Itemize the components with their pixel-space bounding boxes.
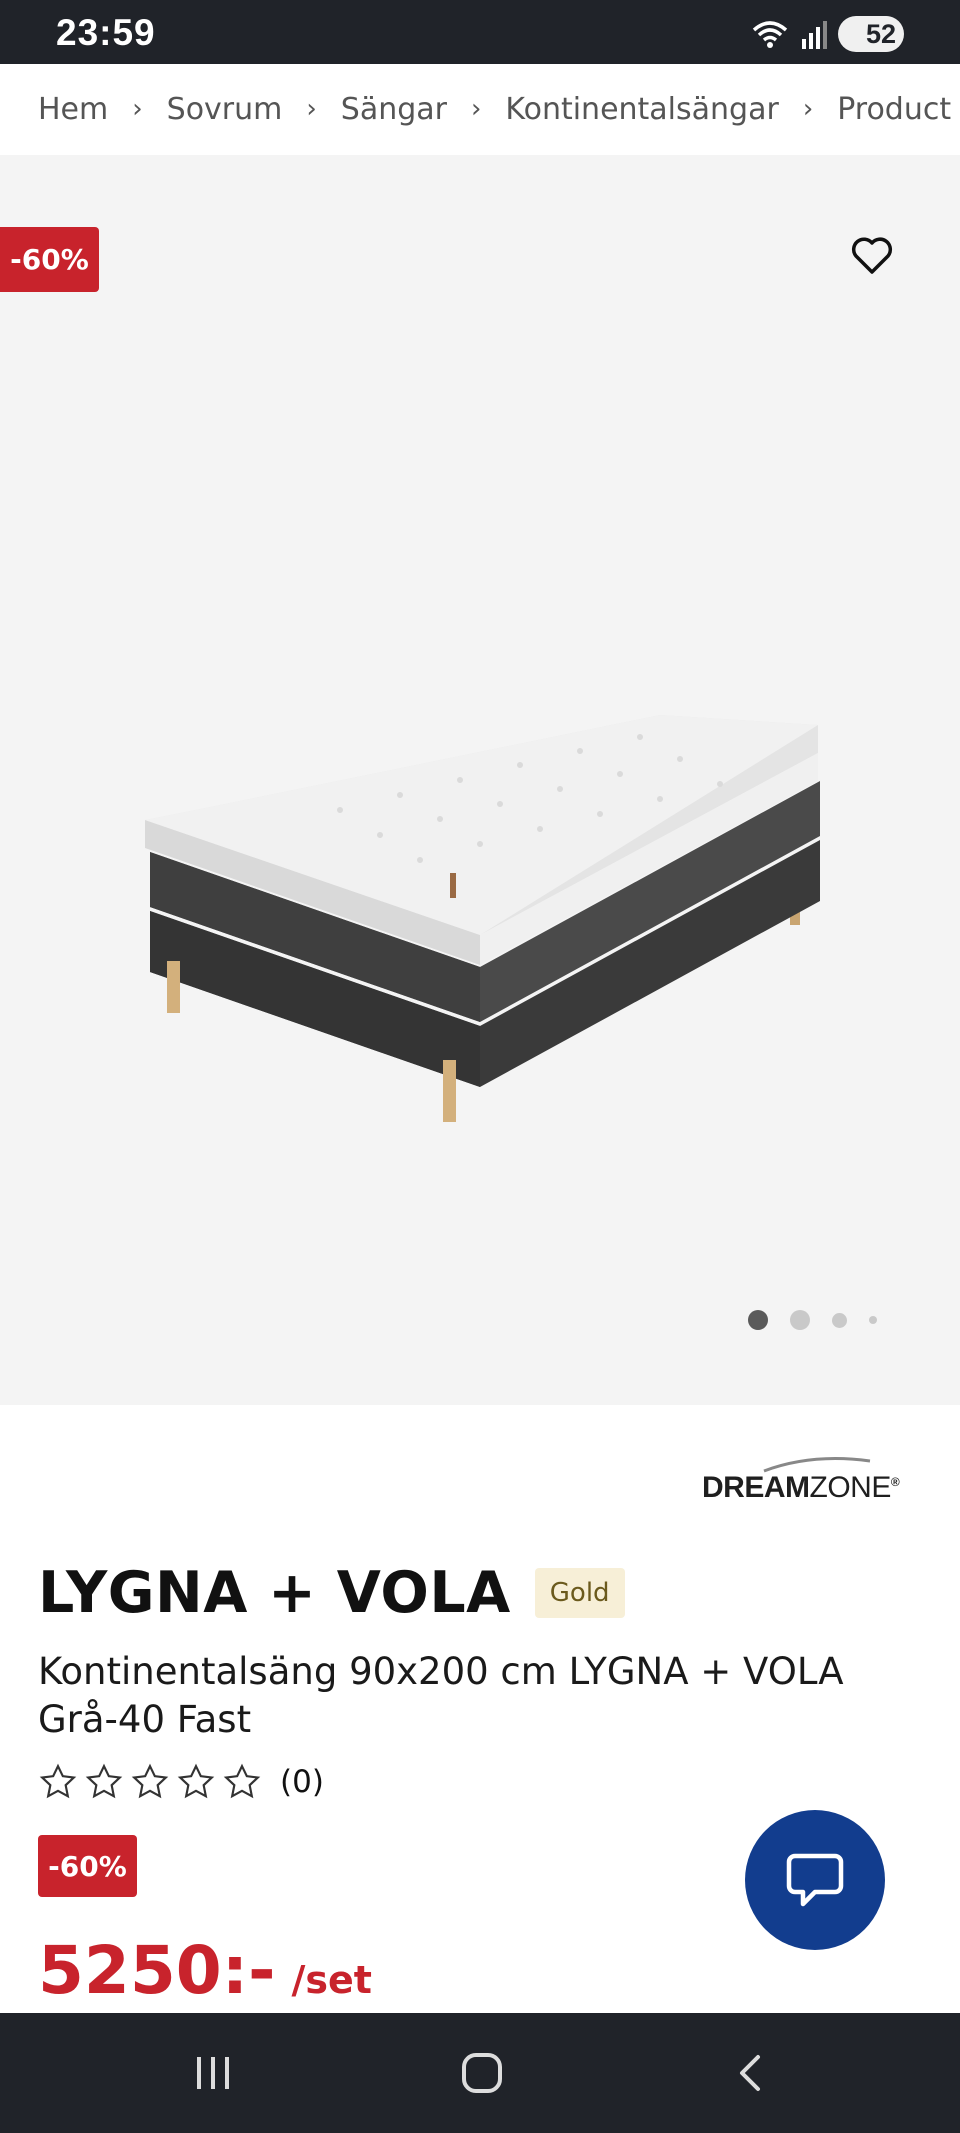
- chat-button[interactable]: [745, 1810, 885, 1950]
- chevron-right-icon: ›: [802, 94, 814, 124]
- status-icons: 52: [750, 14, 904, 54]
- breadcrumb-item-current: Product: [837, 91, 952, 127]
- star-icon: [131, 1763, 169, 1799]
- chevron-right-icon: ›: [132, 94, 143, 124]
- recent-apps-button[interactable]: [143, 2013, 283, 2133]
- carousel-dot[interactable]: [748, 1310, 768, 1330]
- battery-level: 52: [865, 18, 896, 49]
- system-nav-bar: [0, 2013, 960, 2133]
- product-subtitle: Kontinentalsäng 90x200 cm LYGNA + VOLA G…: [38, 1650, 844, 1741]
- status-time: 23:59: [56, 12, 156, 53]
- signal-icon: [802, 21, 827, 49]
- breadcrumb-item-kontinentalsangar[interactable]: Kontinentalsängar: [505, 92, 778, 127]
- star-icon: [85, 1763, 123, 1799]
- discount-badge: -60%: [0, 227, 99, 292]
- star-icon: [177, 1763, 215, 1799]
- carousel-dot[interactable]: [790, 1310, 810, 1330]
- home-icon: [462, 2053, 502, 2093]
- heart-icon[interactable]: [848, 231, 896, 279]
- price-unit: /set: [291, 1958, 372, 2002]
- price-row: 5250:- /set: [38, 1932, 372, 2009]
- breadcrumb-item-sangar[interactable]: Sängar: [341, 92, 447, 127]
- chevron-right-icon: ›: [306, 94, 317, 124]
- back-button[interactable]: [682, 2013, 822, 2133]
- wifi-icon: [752, 21, 788, 48]
- price-discount-badge: -60%: [38, 1835, 137, 1897]
- product-title: LYGNA + VOLA: [38, 1560, 511, 1626]
- carousel-dot[interactable]: [869, 1316, 877, 1324]
- star-icon: [39, 1763, 77, 1799]
- brand-name: DREAMZONE®: [702, 1471, 900, 1504]
- battery-icon: 52: [838, 16, 904, 52]
- review-count: (0): [280, 1764, 324, 1800]
- product-image[interactable]: [140, 555, 820, 1175]
- rating[interactable]: (0): [38, 1762, 324, 1802]
- home-button[interactable]: [412, 2013, 552, 2133]
- chat-bubble-icon: [786, 1853, 844, 1907]
- carousel-dot[interactable]: [832, 1312, 847, 1328]
- breadcrumb-item-hem[interactable]: Hem: [38, 92, 108, 127]
- price: 5250:-: [38, 1932, 276, 2009]
- breadcrumb-item-sovrum[interactable]: Sovrum: [167, 92, 283, 127]
- status-bar: 23:59 52: [0, 0, 960, 64]
- tier-badge: Gold: [534, 1568, 625, 1618]
- breadcrumb: Hem › Sovrum › Sängar › Kontinentalsänga…: [0, 64, 960, 154]
- brand-logo[interactable]: DREAMZONE®: [702, 1455, 922, 1505]
- carousel-dots[interactable]: [748, 1310, 877, 1330]
- chevron-right-icon: ›: [471, 94, 482, 124]
- product-title-row: LYGNA + VOLA Gold: [38, 1560, 625, 1626]
- back-icon: [740, 2055, 760, 2091]
- recent-apps-icon: [197, 2057, 229, 2089]
- product-gallery[interactable]: -60%: [0, 155, 960, 1405]
- star-icon: [223, 1763, 261, 1799]
